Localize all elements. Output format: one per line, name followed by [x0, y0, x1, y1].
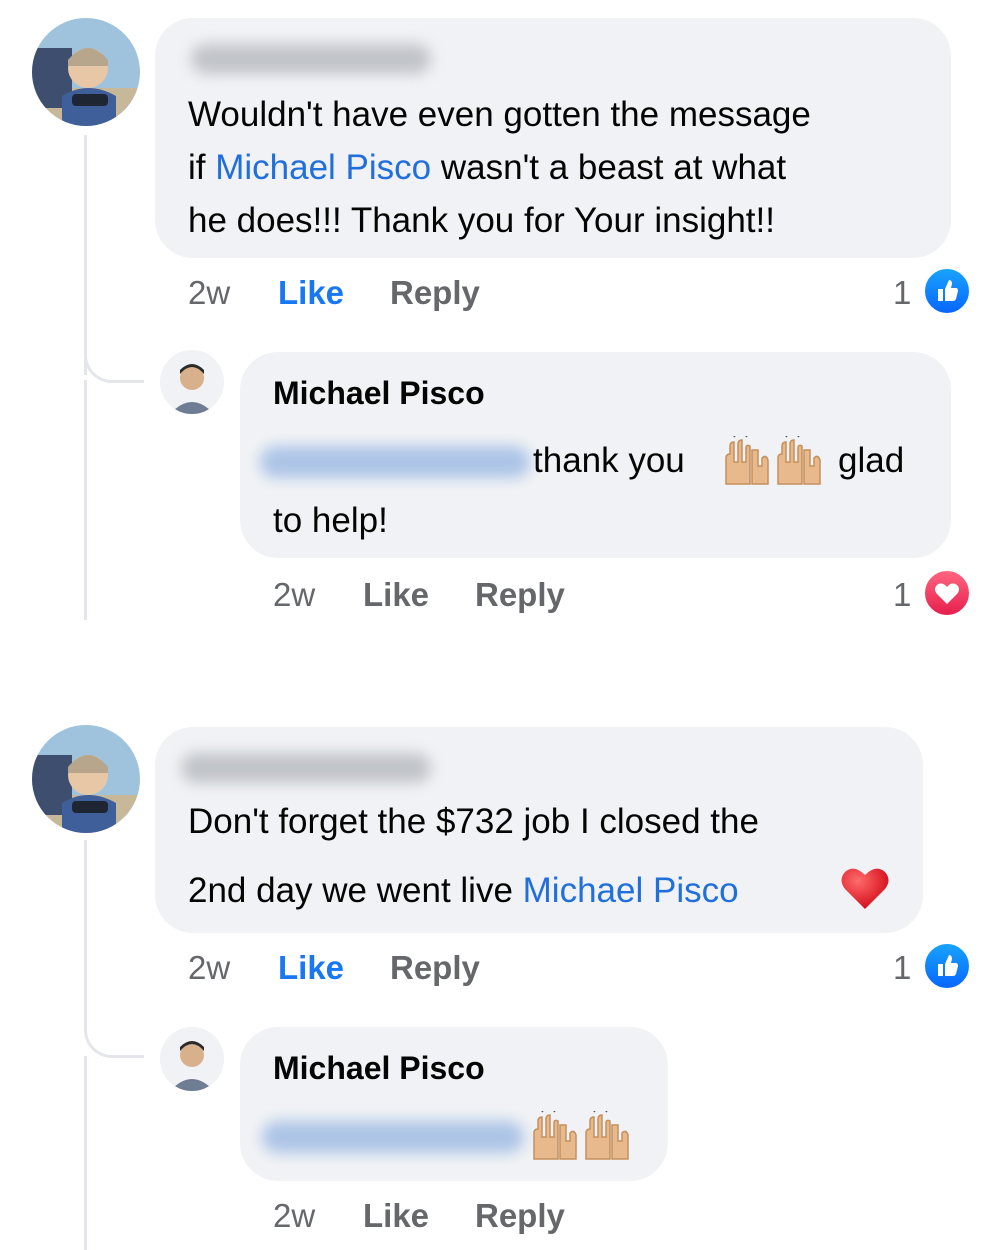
- comment-text: Wouldn't have even gotten the message if…: [188, 95, 811, 240]
- reaction-count[interactable]: 1: [893, 274, 911, 312]
- reply-author-name[interactable]: Michael Pisco: [273, 1050, 485, 1087]
- thread-line-2b: [84, 1056, 87, 1250]
- reply-button[interactable]: Reply: [475, 576, 565, 614]
- like-button[interactable]: Like: [278, 274, 344, 312]
- comment-bubble: Don't forget the $732 job I closed the 2…: [155, 727, 923, 933]
- reply-author-name[interactable]: Michael Pisco: [273, 375, 485, 412]
- reply-button[interactable]: Reply: [390, 949, 480, 987]
- mention-link[interactable]: Michael Pisco: [215, 148, 431, 187]
- like-button[interactable]: Like: [363, 1197, 429, 1235]
- reply-author-avatar[interactable]: [160, 1027, 224, 1091]
- reply-text-line2: to help!: [273, 501, 388, 540]
- like-icon[interactable]: [922, 266, 972, 316]
- thread-line-1b: [84, 380, 87, 620]
- love-icon[interactable]: [922, 568, 972, 618]
- like-icon[interactable]: [922, 941, 972, 991]
- reply-button[interactable]: Reply: [390, 274, 480, 312]
- commenter-avatar[interactable]: [32, 18, 140, 126]
- reply-timestamp: 2w: [273, 1197, 316, 1234]
- redacted-mention[interactable]: [260, 446, 530, 478]
- thread-line-2: [84, 840, 87, 1020]
- reply-bubble: Michael Pisco: [240, 1027, 668, 1181]
- like-button[interactable]: Like: [278, 949, 344, 987]
- reply-bubble: Michael Pisco thank you glad to help!: [240, 352, 951, 558]
- reply-text-glad: glad: [838, 441, 905, 480]
- thread-branch-1: [84, 343, 144, 383]
- redacted-author-name[interactable]: [181, 753, 431, 783]
- commenter-avatar[interactable]: [32, 725, 140, 833]
- heart-icon: [840, 865, 890, 916]
- thread-branch-2: [84, 1018, 144, 1058]
- raising-hands-icon: [722, 433, 828, 491]
- comment-text-line1: Don't forget the $732 job I closed the: [188, 802, 759, 841]
- comment-timestamp: 2w: [188, 274, 231, 311]
- reply-text-line1: thank you: [533, 441, 685, 480]
- reaction-count[interactable]: 1: [893, 949, 911, 987]
- redacted-mention[interactable]: [262, 1121, 524, 1153]
- reply-author-avatar[interactable]: [160, 350, 224, 414]
- comment-timestamp: 2w: [188, 949, 231, 986]
- reaction-count[interactable]: 1: [893, 576, 911, 614]
- comment-bubble: Wouldn't have even gotten the message if…: [155, 18, 951, 258]
- like-button[interactable]: Like: [363, 576, 429, 614]
- raising-hands-icon: [530, 1108, 636, 1166]
- thread-line-1: [84, 135, 87, 375]
- reply-button[interactable]: Reply: [475, 1197, 565, 1235]
- comment-text-line2: 2nd day we went live Michael Pisco: [188, 871, 739, 910]
- mention-link[interactable]: Michael Pisco: [523, 871, 739, 910]
- redacted-author-name[interactable]: [191, 44, 431, 74]
- reply-timestamp: 2w: [273, 576, 316, 613]
